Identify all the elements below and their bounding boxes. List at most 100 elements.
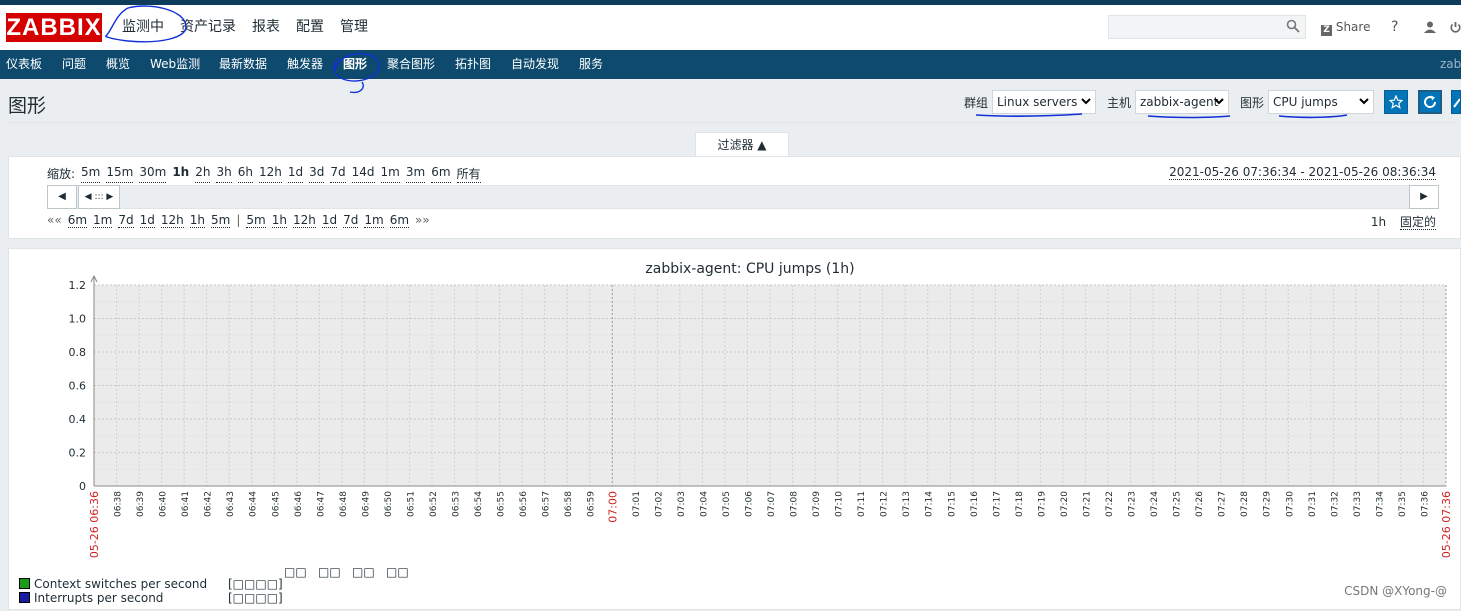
y-tick-label: 0.4 <box>69 413 87 426</box>
period-status: 1h 固定的 <box>1361 213 1436 230</box>
timeline-left-button[interactable]: ◀ <box>47 185 77 209</box>
zoom-30m[interactable]: 30m <box>139 165 167 183</box>
x-tick-label: 07:29 <box>1263 491 1273 517</box>
y-tick-label: 0 <box>79 480 86 493</box>
x-tick-label: 06:43 <box>226 491 236 517</box>
chart-title: zabbix-agent: CPU jumps (1h) <box>645 261 854 277</box>
zoom-15m[interactable]: 15m <box>106 165 134 183</box>
x-tick-label: 06:48 <box>339 491 349 517</box>
timeline-slider[interactable]: ◀ ◀ ::: ▶ ▶ <box>47 185 1439 209</box>
sub-menu-maps[interactable]: 拓扑图 <box>455 50 491 79</box>
fullscreen-button[interactable] <box>1451 90 1461 114</box>
nav-fwd-1d[interactable]: 1d <box>321 213 338 228</box>
zabbix-logo[interactable]: ZABBIX <box>6 13 102 42</box>
x-tick-label: 07:08 <box>790 491 800 517</box>
x-tick-label: 06:46 <box>294 491 304 517</box>
sub-menu-problems[interactable]: 问题 <box>62 50 86 79</box>
refresh-button[interactable] <box>1418 90 1442 114</box>
sub-menu-discovery[interactable]: 自动发现 <box>511 50 559 79</box>
main-menu-monitoring[interactable]: 监测中 <box>114 5 172 50</box>
nav-back-1m[interactable]: 1m <box>93 213 113 228</box>
help-button[interactable]: ? <box>1391 5 1398 50</box>
group-select[interactable]: Linux servers <box>992 90 1096 114</box>
x-tick-label: 06:50 <box>384 491 394 517</box>
period-navigation: «« 6m 1m 7d 1d 12h 1h 5m | 5m 1h 12h 1d … <box>47 213 430 228</box>
search-input[interactable] <box>1108 15 1306 39</box>
x-tick-label: 07:11 <box>857 491 867 517</box>
zoom-2h[interactable]: 2h <box>195 165 211 183</box>
nav-fwd-12h[interactable]: 12h <box>292 213 316 228</box>
fixed-toggle[interactable]: 固定的 <box>1399 215 1436 230</box>
nav-back-5m[interactable]: 5m <box>211 213 231 228</box>
y-tick-label: 1.2 <box>69 279 87 292</box>
add-to-favorites-button[interactable] <box>1384 90 1408 114</box>
x-tick-label: 07:35 <box>1398 491 1408 517</box>
sub-menu-latest-data[interactable]: 最新数据 <box>219 50 267 79</box>
nav-fwd-1h[interactable]: 1h <box>271 213 287 228</box>
legend-header-4: □□ <box>386 565 409 579</box>
legend-agg-context-switches: [□□□□] <box>228 577 283 591</box>
sub-menu-screens[interactable]: 聚合图形 <box>387 50 435 79</box>
search-icon[interactable] <box>1286 19 1300 33</box>
zoom-7d[interactable]: 7d <box>330 165 346 183</box>
zoom-5m[interactable]: 5m <box>81 165 101 183</box>
x-tick-label: 06:59 <box>587 491 597 517</box>
zoom-3m[interactable]: 3m <box>405 165 426 183</box>
main-menu-reports[interactable]: 报表 <box>244 5 288 50</box>
nav-fwd-5m[interactable]: 5m <box>246 213 266 228</box>
main-menu-administration[interactable]: 管理 <box>332 5 376 50</box>
sub-menu-triggers[interactable]: 触发器 <box>287 50 323 79</box>
zoom-6h[interactable]: 6h <box>237 165 253 183</box>
x-tick-label: 07:25 <box>1173 491 1183 517</box>
zoom-label: 缩放: <box>47 167 76 181</box>
nav-fwd-7d[interactable]: 7d <box>343 213 359 228</box>
share-button[interactable]: Z Share <box>1321 5 1370 50</box>
cpu-jumps-chart[interactable]: zabbix-agent: CPU jumps (1h) 0 0.2 0.4 0.6 0.… <box>9 249 1460 611</box>
nav-back-7d[interactable]: 7d <box>118 213 134 228</box>
host-label: 主机 <box>1107 96 1132 110</box>
zoom-12h[interactable]: 12h <box>258 165 282 183</box>
zoom-6m[interactable]: 6m <box>431 165 451 183</box>
nav-back-1d[interactable]: 1d <box>139 213 155 228</box>
drag-handle-icon: ◀ ::: ▶ <box>84 192 114 202</box>
zoom-1m[interactable]: 1m <box>380 165 400 183</box>
sub-menu-overview[interactable]: 概览 <box>106 50 130 79</box>
sub-menu-graphs[interactable]: 图形 <box>343 50 367 79</box>
zoom-1d[interactable]: 1d <box>287 165 304 183</box>
zoom-3d[interactable]: 3d <box>309 165 325 183</box>
nav-fwd-6m[interactable]: 6m <box>389 213 410 228</box>
zoom-1h[interactable]: 1h <box>172 165 189 183</box>
main-menu-configuration[interactable]: 配置 <box>288 5 332 50</box>
x-tick-label: 06:39 <box>136 491 146 517</box>
x-tick-label: 06:44 <box>249 491 259 517</box>
filter-tab[interactable]: 过滤器 ▲ <box>695 132 789 157</box>
zoom-3h[interactable]: 3h <box>216 165 232 183</box>
timeline-handle[interactable]: ◀ ::: ▶ <box>78 185 120 209</box>
sub-menu-services[interactable]: 服务 <box>579 50 603 79</box>
nav-back-6m[interactable]: 6m <box>67 213 88 228</box>
zoom-all[interactable]: 所有 <box>456 165 481 183</box>
nav-back-12h[interactable]: 12h <box>160 213 184 228</box>
x-tick-label: 06:52 <box>429 491 439 517</box>
triangle-left-icon: ◀ <box>58 191 66 202</box>
legend-header-3: □□ <box>352 565 375 579</box>
main-menu-inventory[interactable]: 资产记录 <box>172 5 244 50</box>
sub-menu-dashboard[interactable]: 仪表板 <box>6 50 42 79</box>
zoom-14d[interactable]: 14d <box>351 165 375 183</box>
period-value: 1h <box>1370 215 1387 229</box>
legend-label: Interrupts per second <box>34 591 164 605</box>
graph-select[interactable]: CPU jumps <box>1268 90 1374 114</box>
x-tick-label: 07:33 <box>1353 491 1363 517</box>
group-select-value: Linux servers <box>997 95 1078 109</box>
timeline-right-button[interactable]: ▶ <box>1409 185 1439 209</box>
logout-icon[interactable] <box>1450 21 1461 34</box>
host-select[interactable]: zabbix-agent <box>1135 90 1229 114</box>
nav-back-1h[interactable]: 1h <box>189 213 205 228</box>
x-tick-label: 07:14 <box>925 491 935 517</box>
user-profile-icon[interactable] <box>1424 21 1436 33</box>
sub-menu-web[interactable]: Web监测 <box>150 50 200 79</box>
nav-fwd-1m[interactable]: 1m <box>364 213 384 228</box>
x-tick-label: 07:03 <box>677 491 687 517</box>
date-range[interactable]: 2021-05-26 07:36:34 - 2021-05-26 08:36:3… <box>1169 165 1436 180</box>
graph-select-value: CPU jumps <box>1273 95 1338 109</box>
